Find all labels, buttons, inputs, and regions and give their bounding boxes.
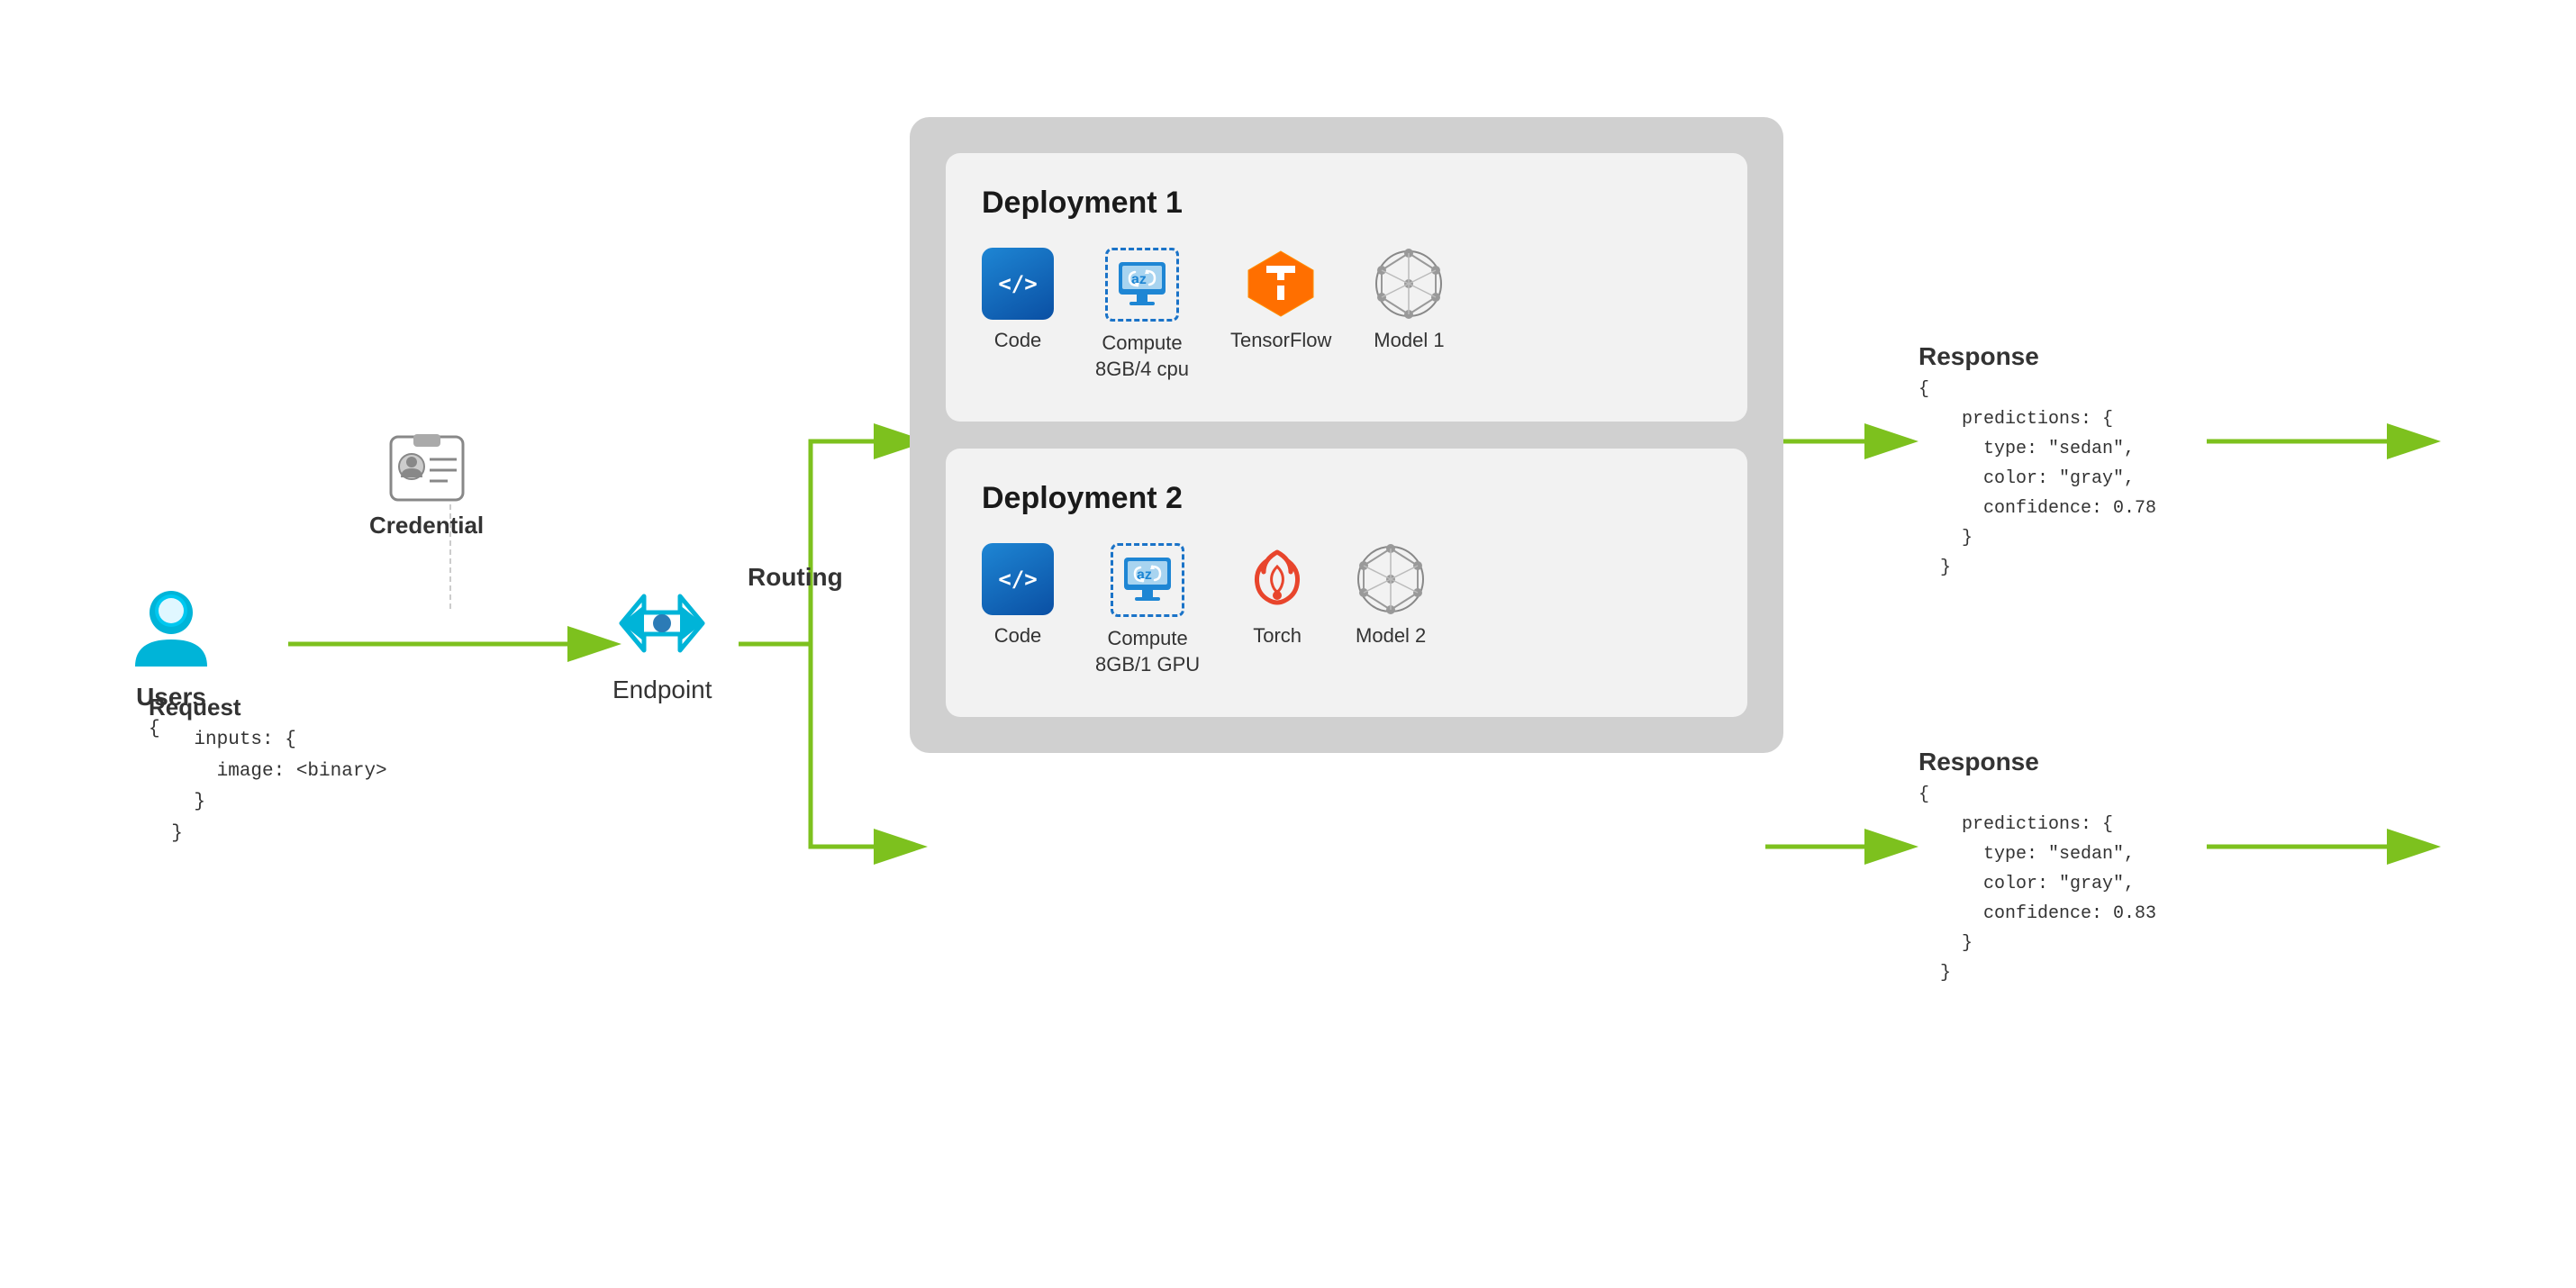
dep1-model-label: Model 1 xyxy=(1374,329,1444,352)
endpoint-label: Endpoint xyxy=(612,676,712,704)
dep1-code-icon: </> xyxy=(982,248,1054,320)
model2-icon xyxy=(1355,543,1427,615)
deployment-1-items: </> Code az xyxy=(982,248,1711,382)
dep1-compute-icon: az xyxy=(1105,248,1179,322)
deployment-2-box: Deployment 2 </> Code az xyxy=(946,449,1747,717)
diagram-container: Users Credential Request inputs: { image… xyxy=(0,0,2576,1288)
torch-icon xyxy=(1241,543,1313,615)
user-icon xyxy=(126,576,216,676)
model1-icon xyxy=(1373,248,1445,320)
dep2-torch-label: Torch xyxy=(1253,624,1302,648)
deployment-2-title: Deployment 2 xyxy=(982,481,1711,516)
deployment-1-box: Deployment 1 </> Code xyxy=(946,153,1747,422)
request-title: Request xyxy=(149,694,387,721)
request-code: inputs: { image: <binary> } } xyxy=(149,725,387,850)
dep2-code-item: </> Code xyxy=(982,543,1054,648)
response-2-code: { predictions: { type: "sedan", color: "… xyxy=(1918,780,2156,988)
dep2-compute-item: az Compute8GB/1 GPU xyxy=(1095,543,1200,677)
endpoint-icon xyxy=(617,578,707,668)
credential-label: Credential xyxy=(369,512,484,540)
dep2-model-label: Model 2 xyxy=(1356,624,1426,648)
outer-deployment-box: Deployment 1 </> Code xyxy=(910,117,1783,753)
dep1-code-label: Code xyxy=(994,329,1042,352)
credential-icon xyxy=(386,432,467,504)
dep1-tensorflow-label: TensorFlow xyxy=(1230,329,1331,352)
credential-section: Credential xyxy=(369,432,484,540)
dep2-torch-item: Torch xyxy=(1241,543,1313,648)
dep1-compute-item: az Compute8GB/4 cpu xyxy=(1095,248,1189,382)
dep2-compute-label: Compute8GB/1 GPU xyxy=(1095,626,1200,677)
request-block: Request inputs: { image: <binary> } } { xyxy=(149,694,387,850)
response-2-title: Response xyxy=(1918,748,2156,776)
tensorflow-icon xyxy=(1245,248,1317,320)
dep2-code-label: Code xyxy=(994,624,1042,648)
dep1-compute-label: Compute8GB/4 cpu xyxy=(1095,331,1189,382)
deployment-2-items: </> Code az xyxy=(982,543,1711,677)
response-1-code: { predictions: { type: "sedan", color: "… xyxy=(1918,375,2156,583)
dep1-model-item: Model 1 xyxy=(1373,248,1445,352)
dep1-tensorflow-item: TensorFlow xyxy=(1230,248,1331,352)
response-1-block: Response { predictions: { type: "sedan",… xyxy=(1918,342,2156,583)
routing-label: Routing xyxy=(748,563,843,592)
endpoint-section: Endpoint xyxy=(612,578,712,704)
response-1-title: Response xyxy=(1918,342,2156,371)
dep2-compute-icon: az xyxy=(1111,543,1184,617)
dep1-code-item: </> Code xyxy=(982,248,1054,352)
users-section: Users xyxy=(126,576,216,712)
dep2-model-item: Model 2 xyxy=(1355,543,1427,648)
dep2-code-icon: </> xyxy=(982,543,1054,615)
deployment-1-title: Deployment 1 xyxy=(982,186,1711,221)
response-2-block: Response { predictions: { type: "sedan",… xyxy=(1918,748,2156,988)
